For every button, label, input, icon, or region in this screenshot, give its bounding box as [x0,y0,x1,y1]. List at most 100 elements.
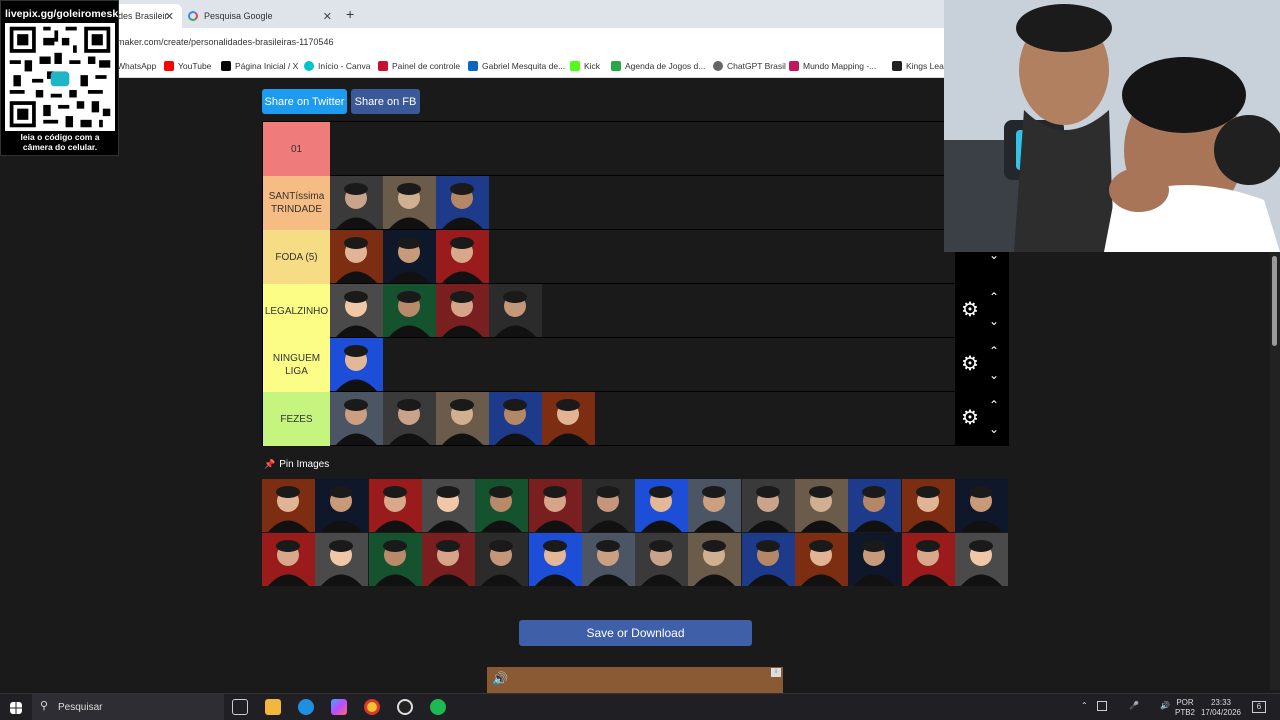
portrait-image[interactable] [330,392,383,445]
tier-label[interactable]: 01 [263,122,330,176]
tab-tier-list[interactable]: des Brasileir ✕ [112,4,182,28]
portrait-image[interactable] [436,176,489,229]
portrait-image[interactable] [330,338,383,391]
portrait-image[interactable] [489,284,542,337]
portrait-image[interactable] [421,533,475,586]
gear-icon[interactable]: ⚙ [961,408,979,428]
portrait-image[interactable] [475,479,529,532]
portrait-image[interactable] [848,533,902,586]
tier-items[interactable] [330,392,595,446]
video-ad[interactable]: 🔊 i [487,667,783,693]
chrome-icon[interactable] [364,699,380,715]
chevron-down-icon[interactable]: ⌄ [989,368,999,382]
portrait-image[interactable] [688,533,742,586]
gear-icon[interactable]: ⚙ [961,354,979,374]
portrait-image[interactable] [901,533,955,586]
portrait-image[interactable] [528,479,582,532]
bookmark-agenda[interactable]: Agenda de Jogos d... [611,61,705,71]
chevron-up-icon[interactable]: ⌃ [989,398,999,412]
portrait-image[interactable] [542,392,595,445]
portrait-image[interactable] [383,392,436,445]
tier-label[interactable]: FODA (5) [263,230,330,284]
file-explorer-icon[interactable] [265,699,281,715]
portrait-image[interactable] [383,230,436,283]
portrait-image[interactable] [383,284,436,337]
bookmark-canva[interactable]: Início - Canva [304,61,370,71]
close-tab-icon[interactable]: ✕ [323,10,332,23]
clock[interactable]: 23:33 17/04/2026 [1200,698,1242,718]
bookmark-youtube[interactable]: YouTube [164,61,211,71]
bookmark-kick[interactable]: Kick [570,61,600,71]
portrait-image[interactable] [688,479,742,532]
speaker-icon[interactable]: 🔊 [1160,701,1170,711]
gear-icon[interactable]: ⚙ [961,300,979,320]
page-scrollbar[interactable] [1270,252,1280,690]
volume-icon[interactable]: 🔊 [492,671,508,687]
portrait-image[interactable] [436,230,489,283]
tier-items[interactable] [330,230,489,284]
ad-info-icon[interactable]: i [771,668,781,677]
pin-images-toggle[interactable]: 📌 Pin Images [264,459,329,470]
portrait-image[interactable] [741,479,795,532]
portrait-image[interactable] [581,479,635,532]
portrait-image[interactable] [489,392,542,445]
chevron-down-icon[interactable]: ⌄ [989,314,999,328]
portrait-image[interactable] [436,284,489,337]
new-tab-button[interactable]: + [346,6,354,22]
edge-icon[interactable] [298,699,314,715]
bookmark-chatgpt[interactable]: ChatGPT Brasil [713,61,786,71]
tier-label[interactable]: SANTíssima TRINDADE [263,176,330,230]
portrait-image[interactable] [741,533,795,586]
bookmark-painel[interactable]: Painel de controle [378,61,460,71]
chevron-up-icon[interactable]: ⌃ [989,344,999,358]
bookmark-x[interactable]: Página Inicial / X [221,61,298,71]
portrait-image[interactable] [581,533,635,586]
portrait-image[interactable] [475,533,529,586]
close-tab-icon[interactable]: ✕ [165,10,174,23]
tier-items[interactable] [330,284,542,338]
portrait-image[interactable] [528,533,582,586]
portrait-image[interactable] [795,533,848,586]
task-view-icon[interactable] [232,699,248,715]
portrait-image[interactable] [901,479,955,532]
portrait-image[interactable] [330,176,383,229]
copilot-icon[interactable] [331,699,347,715]
portrait-image[interactable] [421,479,475,532]
url-field[interactable]: maker.com/create/personalidades-brasilei… [117,37,333,47]
tier-items[interactable] [330,338,383,392]
bookmark-mundo-mapping[interactable]: Mundo Mapping -... [789,61,876,71]
windows-start-icon[interactable] [10,702,22,714]
bookmark-linkedin[interactable]: Gabriel Mesquita de... [468,61,565,71]
portrait-image[interactable] [795,479,848,532]
tray-chevron-up-icon[interactable]: ⌃ [1081,701,1088,711]
portrait-image[interactable] [383,176,436,229]
portrait-image[interactable] [315,533,369,586]
portrait-image[interactable] [436,392,489,445]
tier-label[interactable]: NINGUEM LIGA [263,338,330,392]
portrait-image[interactable] [848,479,902,532]
obs-icon[interactable] [397,699,413,715]
language-indicator[interactable]: POR PTB2 [1175,698,1195,718]
portrait-image[interactable] [262,533,315,586]
bookmark-whatsapp[interactable]: WhatsApp [117,61,156,71]
search-input[interactable]: Pesquisar [58,702,102,713]
chevron-down-icon[interactable]: ⌄ [989,422,999,436]
portrait-image[interactable] [954,479,1008,532]
portrait-image[interactable] [330,284,383,337]
tab-google-search[interactable]: Pesquisa Google ✕ [186,4,340,28]
tier-label[interactable]: LEGALZINHO [263,284,330,338]
taskbar-search[interactable]: ⚲ Pesquisar [32,694,224,720]
portrait-image[interactable] [954,533,1008,586]
scrollbar-thumb[interactable] [1272,256,1277,346]
portrait-image[interactable] [330,230,383,283]
save-download-button[interactable]: Save or Download [519,620,752,646]
bookmark-kings-league[interactable]: Kings Leag [892,61,949,71]
spotify-icon[interactable] [430,699,446,715]
portrait-image[interactable] [315,479,369,532]
chevron-up-icon[interactable]: ⌃ [989,290,999,304]
portrait-image[interactable] [635,533,689,586]
portrait-image[interactable] [635,479,689,532]
microphone-icon[interactable]: 🎤 [1129,701,1139,711]
share-twitter-button[interactable]: Share on Twitter [262,89,347,114]
portrait-image[interactable] [368,479,422,532]
